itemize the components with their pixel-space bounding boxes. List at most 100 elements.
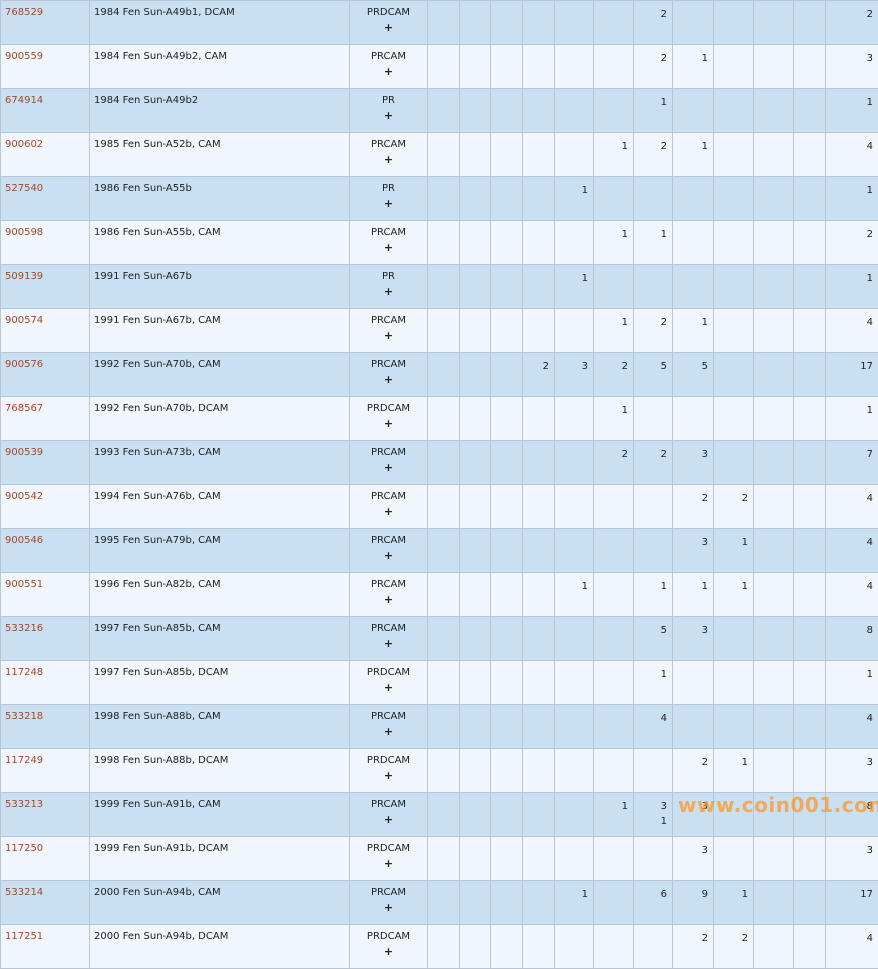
pcgs-number-link[interactable]: 527540: [5, 183, 43, 194]
pcgs-number-cell: 533214: [1, 881, 90, 925]
pcgs-number-link[interactable]: 900602: [5, 139, 43, 150]
grade-count-cell: [428, 221, 460, 265]
plus-expand-icon[interactable]: +: [350, 593, 427, 606]
pcgs-number-link[interactable]: 900574: [5, 315, 43, 326]
designation-cell: PR+: [350, 177, 428, 221]
pcgs-number-link[interactable]: 533213: [5, 799, 43, 810]
grade-count-cell: [714, 793, 754, 837]
plus-expand-icon[interactable]: +: [350, 373, 427, 386]
designation-cell: PRCAM+: [350, 617, 428, 661]
plus-expand-icon[interactable]: +: [350, 857, 427, 870]
grade-count: 2: [673, 931, 708, 946]
pcgs-number-link[interactable]: 117249: [5, 755, 43, 766]
pcgs-number-link[interactable]: 900542: [5, 491, 43, 502]
pcgs-number-cell: 900546: [1, 529, 90, 573]
designation-label: PR: [382, 271, 395, 282]
pcgs-number-link[interactable]: 674914: [5, 95, 43, 106]
grade-count: 1: [594, 403, 628, 418]
grade-count-cell: [754, 309, 794, 353]
grade-count-cell: [460, 837, 491, 881]
grade-count-cell: 1: [555, 177, 594, 221]
pcgs-number-link[interactable]: 768567: [5, 403, 43, 414]
coin-description: 2000 Fen Sun-A94b, CAM: [90, 881, 350, 925]
grade-count-cell: [523, 485, 555, 529]
plus-expand-icon[interactable]: +: [350, 901, 427, 914]
total-count: 8: [826, 617, 878, 661]
total-count: 4: [826, 309, 878, 353]
pcgs-number-link[interactable]: 117248: [5, 667, 43, 678]
pcgs-number-link[interactable]: 533218: [5, 711, 43, 722]
plus-expand-icon[interactable]: +: [350, 109, 427, 122]
grade-count-cell: [714, 661, 754, 705]
grade-count-cell: [491, 617, 523, 661]
grade-count-cell: [491, 661, 523, 705]
plus-expand-icon[interactable]: +: [350, 417, 427, 430]
pcgs-number-link[interactable]: 768529: [5, 7, 43, 18]
pcgs-number-cell: 117248: [1, 661, 90, 705]
pcgs-number-link[interactable]: 533216: [5, 623, 43, 634]
plus-expand-icon[interactable]: +: [350, 725, 427, 738]
designation-label: PRCAM: [371, 711, 406, 722]
grade-count-cell: 3: [673, 529, 714, 573]
grade-count: 5: [673, 359, 708, 374]
grade-count-cell: [555, 441, 594, 485]
plus-expand-icon[interactable]: +: [350, 681, 427, 694]
grade-count-cell: 1: [594, 793, 634, 837]
plus-expand-icon[interactable]: +: [350, 505, 427, 518]
grade-count-cell: [794, 45, 826, 89]
grade-count-cell: 2: [673, 749, 714, 793]
pcgs-number-cell: 527540: [1, 177, 90, 221]
grade-count: 1: [555, 271, 588, 286]
pcgs-number-link[interactable]: 900551: [5, 579, 43, 590]
total-count: 3: [826, 749, 878, 793]
plus-expand-icon[interactable]: +: [350, 549, 427, 562]
grade-count-cell: [794, 177, 826, 221]
grade-count-cell: [794, 441, 826, 485]
pcgs-number-cell: 900551: [1, 573, 90, 617]
pcgs-number-link[interactable]: 900546: [5, 535, 43, 546]
grade-count-cell: [754, 529, 794, 573]
grade-count-cell: 2: [594, 441, 634, 485]
designation-cell: PR +: [350, 265, 428, 309]
plus-expand-icon[interactable]: +: [350, 945, 427, 958]
plus-expand-icon[interactable]: +: [350, 241, 427, 254]
designation-label: PRCAM: [371, 447, 406, 458]
grade-count-cell: [634, 265, 673, 309]
plus-expand-icon[interactable]: +: [350, 461, 427, 474]
pcgs-number-link[interactable]: 117251: [5, 931, 43, 942]
plus-expand-icon[interactable]: +: [350, 329, 427, 342]
pcgs-number-link[interactable]: 533214: [5, 887, 43, 898]
plus-expand-icon[interactable]: +: [350, 197, 427, 210]
grade-count-cell: 1: [634, 573, 673, 617]
plus-expand-icon[interactable]: +: [350, 65, 427, 78]
plus-expand-icon[interactable]: +: [350, 153, 427, 166]
grade-count: 2: [714, 931, 748, 946]
pcgs-number-link[interactable]: 900598: [5, 227, 43, 238]
designation-label: PRDCAM: [367, 7, 410, 18]
designation-cell: PRCAM+: [350, 45, 428, 89]
grade-count-cell: [714, 397, 754, 441]
grade-count-cell: [523, 1, 555, 45]
grade-count-cell: [460, 705, 491, 749]
grade-count-cell: [428, 309, 460, 353]
plus-expand-icon[interactable]: +: [350, 285, 427, 298]
pcgs-number-link[interactable]: 900539: [5, 447, 43, 458]
pcgs-number-link[interactable]: 509139: [5, 271, 43, 282]
grade-count-cell: 2: [673, 485, 714, 529]
pcgs-number-link[interactable]: 900559: [5, 51, 43, 62]
population-table: 7685291984 Fen Sun-A49b1, DCAMPRDCAM+229…: [0, 0, 878, 969]
plus-expand-icon[interactable]: +: [350, 769, 427, 782]
grade-count: 1: [594, 227, 628, 242]
pcgs-number-link[interactable]: 900576: [5, 359, 43, 370]
pcgs-number-link[interactable]: 117250: [5, 843, 43, 854]
grade-count-cell: 1: [714, 573, 754, 617]
designation-cell: PR+: [350, 89, 428, 133]
plus-expand-icon[interactable]: +: [350, 21, 427, 34]
plus-expand-icon[interactable]: +: [350, 637, 427, 650]
grade-count: 2: [634, 447, 667, 462]
table-row: 6749141984 Fen Sun-A49b2PR+11: [1, 89, 878, 133]
plus-expand-icon[interactable]: +: [350, 813, 427, 826]
grade-count-cell: [523, 133, 555, 177]
total-count: 4: [826, 925, 878, 969]
grade-count-cell: [428, 529, 460, 573]
